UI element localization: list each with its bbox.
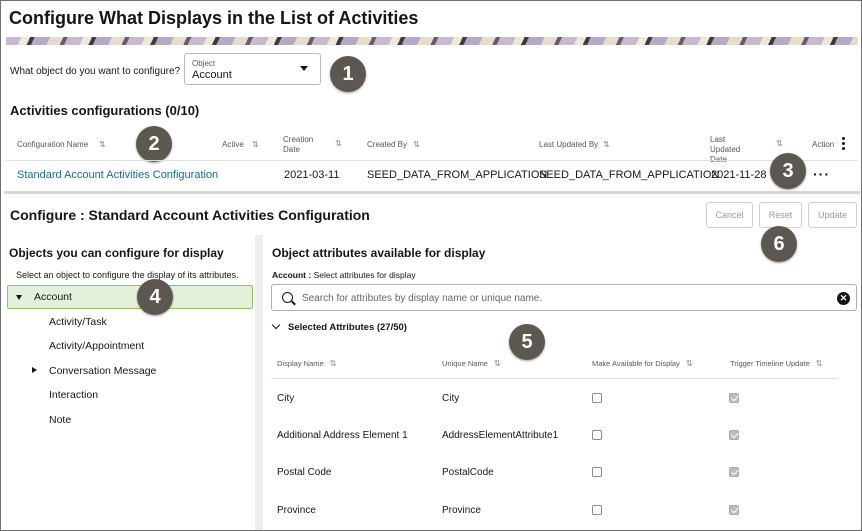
- sort-icon: ⇅: [413, 140, 420, 149]
- attribute-display-name: Province: [277, 505, 316, 516]
- tree-item-interaction[interactable]: Interaction: [49, 389, 98, 401]
- column-header-configuration-name[interactable]: Configuration Name ⇅: [17, 140, 106, 150]
- callout-badge-3: 3: [770, 153, 806, 189]
- trigger-timeline-checkbox[interactable]: [729, 393, 739, 403]
- attribute-search-input[interactable]: Search for attributes by display name or…: [271, 284, 857, 311]
- creation-date-cell: 2021-03-11: [284, 169, 340, 181]
- sort-icon: ⇅: [335, 139, 342, 148]
- cancel-button[interactable]: Cancel: [706, 202, 753, 228]
- clear-icon[interactable]: ✕: [837, 292, 850, 305]
- search-placeholder: Search for attributes by display name or…: [302, 293, 543, 304]
- tree-item-label: Account: [34, 291, 72, 303]
- sort-icon: ⇅: [603, 140, 610, 149]
- object-select-label: Object: [192, 59, 216, 68]
- attribute-unique-name: AddressElementAttribute1: [442, 430, 559, 441]
- configure-title: Configure : Standard Account Activities …: [10, 207, 370, 223]
- page-title: Configure What Displays in the List of A…: [9, 8, 419, 28]
- attribute-unique-name: Province: [442, 505, 481, 516]
- collapse-icon[interactable]: [32, 367, 37, 373]
- callout-badge-6: 6: [761, 226, 797, 262]
- objects-panel-title: Objects you can configure for display: [9, 246, 224, 260]
- sort-icon: ⇅: [815, 359, 823, 368]
- object-select[interactable]: Object Account: [184, 53, 321, 85]
- object-question-label: What object do you want to configure?: [10, 66, 181, 77]
- sort-icon: ⇅: [252, 140, 259, 149]
- column-header-created-by[interactable]: Created By ⇅: [367, 140, 420, 150]
- attribute-display-name: Additional Address Element 1: [277, 430, 408, 441]
- app-window: Configure What Displays in the List of A…: [0, 0, 862, 531]
- make-available-checkbox[interactable]: [592, 505, 602, 515]
- created-by-cell: SEED_DATA_FROM_APPLICATION: [367, 169, 548, 181]
- column-header-last-updated-by[interactable]: Last Updated By ⇅: [539, 140, 610, 150]
- make-available-checkbox[interactable]: [592, 393, 602, 403]
- tree-item-activity-appointment[interactable]: Activity/Appointment: [49, 340, 144, 352]
- column-header-creation-date[interactable]: Creation Date ⇅: [283, 135, 342, 155]
- column-header-unique-name[interactable]: Unique Name ⇅: [442, 359, 501, 368]
- column-header-active[interactable]: Active ⇅: [222, 140, 259, 150]
- attribute-display-name: City: [277, 393, 295, 404]
- sort-icon: ⇅: [329, 359, 337, 368]
- column-header-display-name[interactable]: Display Name ⇅: [277, 359, 336, 368]
- activities-section-title: Activities configurations (0/10): [10, 103, 200, 118]
- tree-item-activity-task[interactable]: Activity/Task: [49, 316, 107, 328]
- trigger-timeline-checkbox[interactable]: [729, 430, 739, 440]
- attribute-unique-name: City: [442, 393, 460, 404]
- configuration-name-link[interactable]: Standard Account Activities Configuratio…: [17, 169, 218, 181]
- expand-icon[interactable]: [16, 295, 22, 300]
- callout-badge-5: 5: [509, 324, 545, 360]
- sort-icon: ⇅: [493, 359, 501, 368]
- selected-attributes-toggle[interactable]: Selected Attributes (27/50): [288, 322, 407, 333]
- section-divider: [4, 191, 860, 194]
- sort-icon: ⇅: [685, 359, 693, 368]
- divider: [271, 378, 838, 379]
- attributes-panel-subtitle: Account : Select attributes for display: [272, 270, 416, 280]
- attribute-unique-name: PostalCode: [442, 467, 494, 478]
- reset-button[interactable]: Reset: [759, 202, 802, 228]
- last-updated-by-cell: SEED_DATA_FROM_APPLICATION: [539, 169, 720, 181]
- trigger-timeline-checkbox[interactable]: [729, 505, 739, 515]
- sort-icon: ⇅: [99, 140, 106, 149]
- last-updated-date-cell: 2021-11-28: [711, 169, 767, 181]
- column-header-action: Action: [812, 140, 835, 149]
- tree-item-conversation-message[interactable]: Conversation Message: [49, 365, 156, 377]
- callout-badge-4: 4: [137, 279, 173, 315]
- attribute-display-name: Postal Code: [277, 467, 332, 478]
- attributes-panel-title: Object attributes available for display: [272, 246, 486, 260]
- callout-badge-1: 1: [330, 56, 366, 92]
- column-menu-icon[interactable]: [842, 137, 846, 152]
- trigger-timeline-checkbox[interactable]: [729, 467, 739, 477]
- objects-panel-subtitle: Select an object to configure the displa…: [16, 270, 239, 280]
- chevron-down-icon: [300, 66, 308, 71]
- column-header-trigger-timeline[interactable]: Trigger Timeline Update ⇅: [730, 359, 822, 368]
- callout-badge-2: 2: [136, 126, 172, 162]
- column-header-make-available[interactable]: Make Available for Display ⇅: [592, 359, 693, 368]
- tree-item-note[interactable]: Note: [49, 414, 71, 426]
- sort-icon: ⇅: [776, 139, 783, 148]
- search-icon: [282, 292, 293, 303]
- decorative-banner: [6, 37, 858, 45]
- object-select-value: Account: [192, 69, 232, 81]
- make-available-checkbox[interactable]: [592, 430, 602, 440]
- panel-splitter[interactable]: [255, 235, 263, 530]
- update-button[interactable]: Update: [808, 202, 857, 228]
- divider: [6, 160, 858, 161]
- chevron-down-icon[interactable]: [271, 320, 281, 330]
- make-available-checkbox[interactable]: [592, 467, 602, 477]
- row-actions-icon[interactable]: ···: [813, 166, 830, 182]
